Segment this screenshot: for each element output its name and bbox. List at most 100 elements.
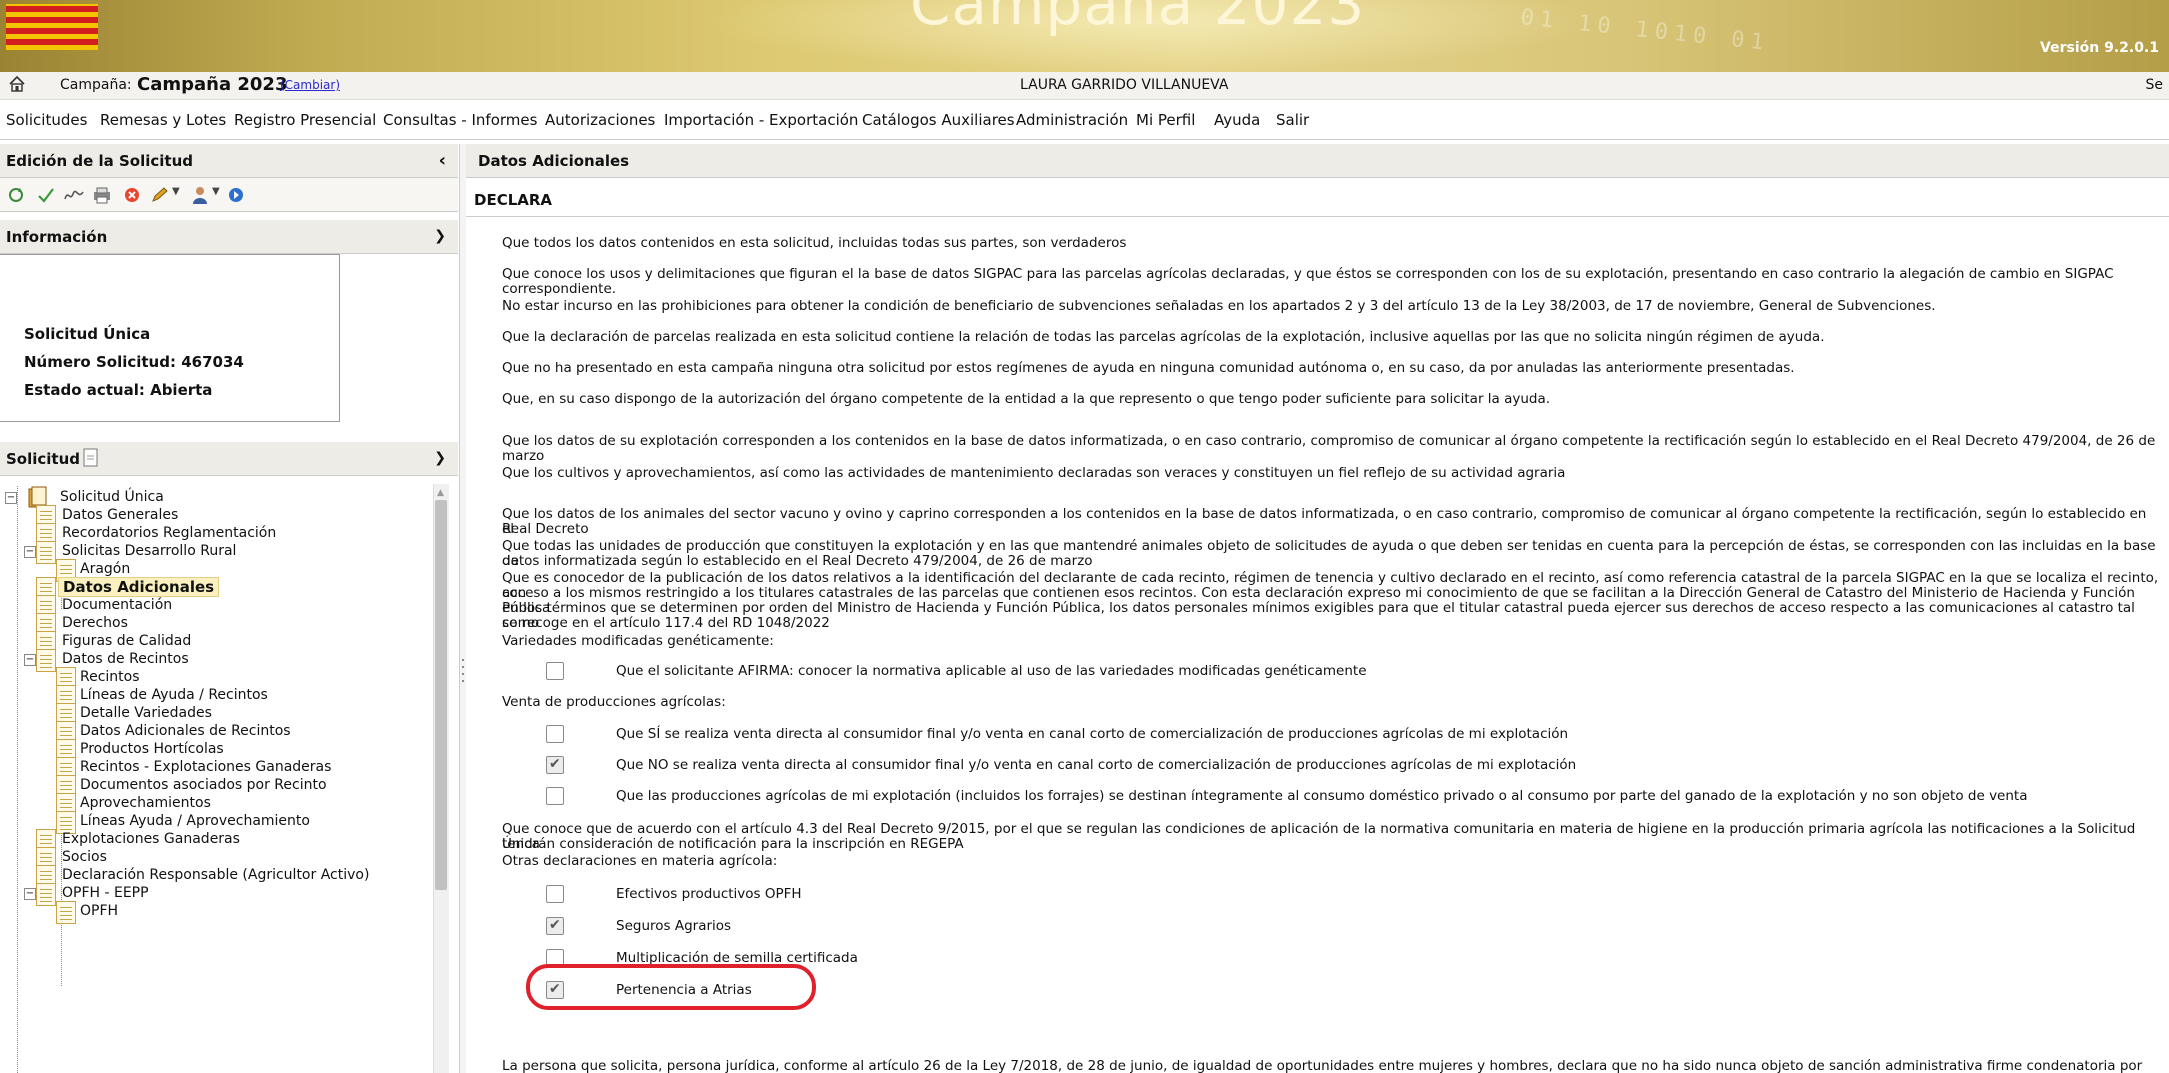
decl-text: correspondiente. [502, 281, 617, 297]
collapse-toggle-icon[interactable]: − [5, 492, 17, 504]
edit-dropdown-arrow-icon[interactable]: ▼ [172, 186, 180, 197]
decl-text: Real Decreto [502, 521, 589, 537]
menu-autorizaciones[interactable]: Autorizaciones [545, 111, 655, 129]
decl-text: La persona que solicita, persona jurídic… [502, 1058, 2143, 1073]
tree-label: Datos Generales [62, 507, 179, 523]
tree-label: Datos Adicionales de Recintos [80, 723, 291, 739]
tree-label: Derechos [62, 615, 128, 631]
checkbox-label: Que el solicitante AFIRMA: conocer la no… [616, 663, 1367, 679]
aragon-flag-logo [6, 4, 98, 50]
scroll-up-icon[interactable]: ▲ [437, 488, 444, 498]
app-banner: Campaña 2023 01 10 1010 01 Versión 9.2.0… [0, 0, 2169, 72]
tree-label: Detalle Variedades [80, 705, 212, 721]
checkbox-label: Que las producciones agrícolas de mi exp… [616, 788, 2028, 804]
print-icon[interactable] [92, 186, 112, 204]
decl-text: Que la declaración de parcelas realizada… [502, 329, 1825, 345]
main-menu: Solicitudes Remesas y Lotes Registro Pre… [0, 100, 2169, 140]
info-chevron-down-icon[interactable]: ❯ [434, 228, 446, 244]
page-icon[interactable] [82, 448, 100, 468]
gm-varieties-heading: Variedades modificadas genéticamente: [502, 633, 774, 649]
user-name: LAURA GARRIDO VILLANUEVA [1020, 77, 1229, 93]
tree-label: Explotaciones Ganaderas [62, 831, 240, 847]
collapse-toggle-icon[interactable]: − [24, 546, 36, 558]
highlight-annotation [526, 964, 816, 1010]
menu-catalogos-auxiliares[interactable]: Catálogos Auxiliares [862, 111, 1015, 129]
user-icon[interactable] [190, 186, 210, 204]
decl-text: datos informatizada según lo establecido… [502, 553, 1093, 569]
refresh-icon[interactable] [6, 186, 26, 204]
checkbox-venta-directa-no[interactable] [546, 756, 564, 774]
collapse-toggle-icon[interactable]: − [24, 654, 36, 666]
tree-label: OPFH [80, 903, 119, 919]
folder-icon [36, 541, 56, 564]
info-number: Número Solicitud: 467034 [24, 353, 244, 371]
collapse-left-icon[interactable]: ‹ [439, 150, 446, 171]
checkbox-seguros-agrarios[interactable] [546, 917, 564, 935]
tree-label: Solicitud Única [60, 489, 164, 505]
help-icon[interactable] [226, 186, 246, 204]
tree-label: Declaración Responsable (Agricultor Acti… [62, 867, 370, 883]
menu-ayuda[interactable]: Ayuda [1214, 111, 1260, 129]
solicitud-panel-title: Solicitud [6, 450, 81, 468]
solicitud-tree: − Solicitud Única Datos Generales Record… [0, 486, 440, 1073]
menu-importacion-exportacion[interactable]: Importación - Exportación [664, 111, 858, 129]
solicitud-chevron-down-icon[interactable]: ❯ [434, 450, 446, 466]
decl-text: marzo [502, 448, 545, 464]
decl-text: tendrán consideración de notificación pa… [502, 836, 964, 852]
info-type: Solicitud Única [24, 325, 151, 343]
version-label: Versión 9.2.0.1 [2040, 40, 2159, 56]
solicitud-panel-header[interactable]: Solicitud ❯ [0, 442, 458, 476]
menu-mi-perfil[interactable]: Mi Perfil [1136, 111, 1195, 129]
tree-scrollbar-thumb[interactable] [435, 500, 447, 890]
cancel-icon[interactable] [122, 186, 142, 204]
tree-label: Aprovechamientos [80, 795, 211, 811]
decl-text: se recoge en el artículo 117.4 del RD 10… [502, 615, 830, 631]
info-panel-header[interactable]: Información ❯ [0, 220, 458, 254]
checkbox-afirma-gm[interactable] [546, 662, 564, 680]
checkbox-efectivos-opfh[interactable] [546, 885, 564, 903]
info-state: Estado actual: Abierta [24, 381, 213, 399]
campaign-bar: Campaña: Campaña 2023 (Cambiar) LAURA GA… [0, 72, 2169, 100]
validate-icon[interactable] [36, 186, 56, 204]
checkbox-label: Efectivos productivos OPFH [616, 886, 802, 902]
tree-label: Solicitas Desarrollo Rural [62, 543, 237, 559]
collapse-toggle-icon[interactable]: − [24, 888, 36, 900]
menu-administracion[interactable]: Administración [1016, 111, 1128, 129]
menu-registro-presencial[interactable]: Registro Presencial [234, 111, 376, 129]
main-header-title: Datos Adicionales [478, 152, 630, 170]
menu-solicitudes[interactable]: Solicitudes [6, 111, 87, 129]
banner-title: Campaña 2023 [910, 0, 1366, 38]
folder-icon [36, 883, 56, 906]
decl-text: Que conoce los usos y delimitaciones que… [502, 266, 2114, 282]
menu-remesas-lotes[interactable]: Remesas y Lotes [100, 111, 226, 129]
menu-consultas-informes[interactable]: Consultas - Informes [383, 111, 537, 129]
decl-text: Que los cultivos y aprovechamientos, así… [502, 465, 1566, 481]
tree-label: Aragón [80, 561, 131, 577]
folder-icon [36, 649, 56, 672]
edit-toolbar: ▼ ▼ [0, 178, 458, 212]
tree-label: Documentos asociados por Recinto [80, 777, 327, 793]
sales-heading: Venta de producciones agrícolas: [502, 694, 726, 710]
tree-label: Líneas de Ayuda / Recintos [80, 687, 268, 703]
decl-text: No estar incurso en las prohibiciones pa… [502, 298, 1936, 314]
user-dropdown-arrow-icon[interactable]: ▼ [212, 186, 220, 197]
other-declarations-heading: Otras declaraciones en materia agrícola: [502, 853, 778, 869]
menu-salir[interactable]: Salir [1276, 111, 1309, 129]
session-text[interactable]: Se [2146, 77, 2164, 93]
tree-label: Datos Adicionales [58, 577, 220, 597]
info-panel-title: Información [6, 228, 108, 246]
checkbox-label: Que NO se realiza venta directa al consu… [616, 757, 1577, 773]
edit-pen-icon[interactable] [150, 186, 170, 204]
campaign-label: Campaña: [60, 77, 132, 93]
signature-icon[interactable] [64, 186, 84, 204]
home-icon[interactable] [8, 75, 26, 93]
checkbox-venta-directa-si[interactable] [546, 725, 564, 743]
decl-text: Que no ha presentado en esta campaña nin… [502, 360, 1795, 376]
change-campaign-link[interactable]: (Cambiar) [280, 78, 340, 92]
document-icon [56, 901, 76, 924]
decl-text: Que todos los datos contenidos en esta s… [502, 235, 1127, 251]
checkbox-consumo-domestico[interactable] [546, 787, 564, 805]
tree-label: Documentación [62, 597, 173, 613]
tree-label: Productos Hortícolas [80, 741, 224, 757]
tree-label: OPFH - EEPP [62, 885, 149, 901]
